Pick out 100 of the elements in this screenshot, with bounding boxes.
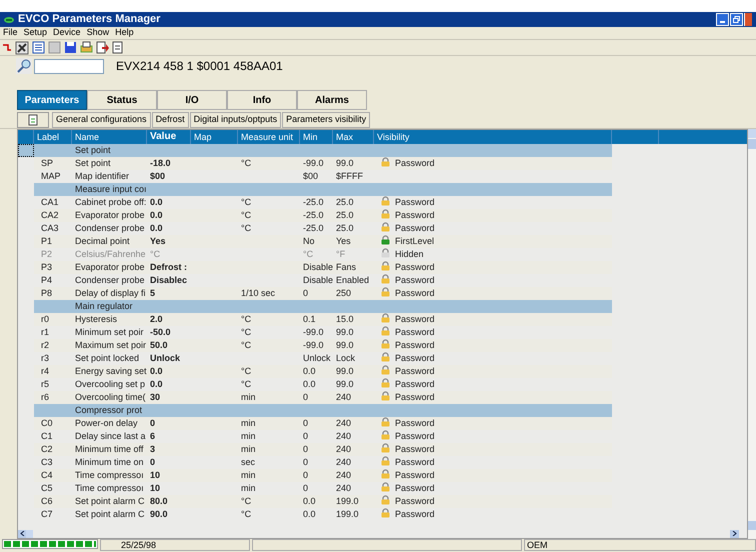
document-icon[interactable] [112, 41, 123, 54]
param-unit: °C [241, 327, 252, 337]
minimize-button[interactable] [716, 13, 729, 26]
param-label: C6 [41, 496, 53, 506]
subtab[interactable]: Parameters visibility [282, 112, 370, 128]
param-max: 25.0 [336, 223, 354, 233]
param-unit: min [241, 431, 256, 441]
group-row[interactable]: Measure input coı [34, 183, 612, 196]
scrollbar-thumb[interactable] [26, 530, 33, 538]
tab[interactable]: Alarms [297, 90, 367, 110]
param-label: C2 [41, 444, 53, 454]
param-value: 10 [150, 470, 160, 480]
param-min: 0 [303, 444, 308, 454]
visibility-level: Password [395, 158, 435, 168]
refresh-button[interactable] [17, 112, 49, 128]
table-row[interactable]: r6 Overcooling time( 30 min 0 240 Password [34, 391, 612, 404]
row-selector[interactable] [18, 144, 34, 157]
restore-button[interactable] [730, 13, 743, 26]
param-min: No [303, 236, 315, 246]
document-icon [27, 114, 39, 126]
param-max: 25.0 [336, 210, 354, 220]
subtab[interactable]: Digital inputs/optputs [190, 112, 282, 128]
param-label: r3 [41, 353, 50, 363]
param-min: 0 [303, 418, 308, 428]
tab[interactable]: Status [87, 90, 157, 110]
table-row[interactable]: r4 Energy saving set 0.0 °C 0.0 99.0 Password [34, 365, 612, 378]
param-name: Delay of display fi [75, 288, 146, 298]
menu-item[interactable]: Show [84, 26, 112, 40]
param-unit: min [241, 483, 256, 493]
table-row[interactable]: C0 Power-on delay 0 min 0 240 Password [34, 417, 612, 430]
table-row[interactable]: C2 Minimum time off 3 min 0 240 Password [34, 443, 612, 456]
print-icon[interactable] [80, 41, 93, 54]
param-name: Decimal point [75, 236, 130, 246]
param-value: 0.0 [150, 223, 163, 233]
param-min: 0 [303, 431, 308, 441]
list-icon[interactable] [32, 41, 45, 54]
group-row[interactable]: Main regulator [34, 300, 612, 313]
param-name: Set point alarm C [75, 496, 145, 506]
param-label: CA1 [41, 197, 59, 207]
search-icon[interactable] [16, 58, 32, 74]
param-min: 0.0 [303, 379, 316, 389]
tab[interactable]: Info [227, 90, 297, 110]
param-name: Cabinet probe off: [75, 197, 146, 207]
table-row[interactable]: r2 Maximum set poir 50.0 °C -99.0 99.0 Password [34, 339, 612, 352]
param-label: SP [41, 158, 54, 168]
search-field[interactable] [34, 58, 104, 74]
save-icon[interactable] [64, 41, 77, 54]
group-header: Main regulator [75, 301, 133, 311]
tab[interactable]: I/O [157, 90, 227, 110]
param-name: Overcooling time( [75, 392, 146, 402]
param-label: CA3 [41, 223, 59, 233]
subtab[interactable]: General configurations [52, 112, 151, 128]
scroll-left-button[interactable] [18, 530, 26, 538]
visibility-level: Password [395, 197, 435, 207]
param-max: Yes [336, 236, 351, 246]
table-row[interactable]: P3 Evaporator probe Defrost : Disable Fans Password [34, 261, 612, 274]
table-row[interactable]: r0 Hysteresis 2.0 °C 0.1 15.0 Password [34, 313, 612, 326]
table-row[interactable]: C6 Set point alarm C 80.0 °C 0.0 199.0 Password [34, 495, 612, 508]
export-icon[interactable] [96, 41, 109, 54]
param-name: Power-on delay [75, 418, 138, 428]
tab[interactable]: Parameters [17, 90, 87, 110]
param-max: 199.0 [336, 509, 359, 519]
scrollbar-thumb[interactable] [748, 139, 756, 149]
param-unit: min [241, 470, 256, 480]
param-min: 0 [303, 288, 308, 298]
menu-item[interactable]: Setup [20, 26, 50, 40]
visibility-level: Password [395, 444, 435, 454]
param-unit: 1/10 sec [241, 288, 276, 298]
close-button[interactable] [744, 13, 752, 26]
param-name: Energy saving set [75, 366, 147, 376]
visibility-level: Password [395, 483, 435, 493]
param-min: $00 [303, 171, 318, 181]
param-name: Minimum time off [75, 444, 144, 454]
param-label: r5 [41, 379, 50, 389]
table-row[interactable]: C4 Time compressoı 10 min 0 240 Password [34, 469, 612, 482]
visibility-level: Password [395, 223, 435, 233]
param-min: 0 [303, 457, 308, 467]
group-row[interactable]: Set point [34, 144, 612, 157]
table-row[interactable]: P8 Delay of display fi 5 1/10 sec 0 250 Password [34, 287, 612, 300]
param-max: 99.0 [336, 327, 354, 337]
scroll-right-button[interactable] [730, 530, 739, 538]
param-max: Enabled [336, 275, 370, 285]
param-label: r1 [41, 327, 50, 337]
subtab[interactable]: Defrost [152, 112, 189, 128]
status-mode: OEM [524, 539, 756, 551]
param-max: 199.0 [336, 496, 359, 506]
param-label: C3 [41, 457, 53, 467]
visibility-level: Password [395, 418, 435, 428]
table-row[interactable]: SP Set point -18.0 °C -99.0 99.0 Password [34, 157, 612, 170]
param-value: Defrost : [150, 262, 188, 272]
menu-item[interactable]: Help [112, 26, 137, 40]
visibility-level: Password [395, 275, 435, 285]
table-row[interactable]: CA2 Evaporator probe 0.0 °C -25.0 25.0 Password [34, 209, 612, 222]
menu-item[interactable]: Device [50, 26, 84, 40]
param-unit: °C [241, 379, 252, 389]
table-row[interactable]: P1 Decimal point Yes No Yes FirstLevel [34, 235, 612, 248]
group-row[interactable]: Compressor prot [34, 404, 612, 417]
param-value: 2.0 [150, 314, 163, 324]
param-name: Set point locked [75, 353, 140, 363]
menu-item[interactable]: File [0, 26, 21, 40]
